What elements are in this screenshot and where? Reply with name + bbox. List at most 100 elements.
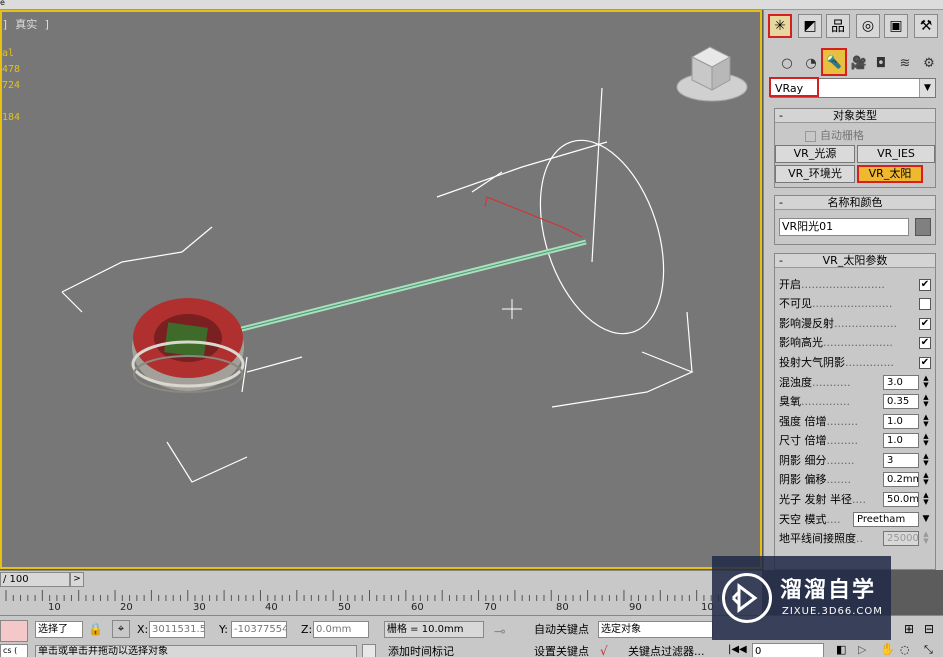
utilities-icon[interactable]: ⚒ <box>914 14 938 38</box>
param-row: 天空 模式.... Preetham et ▼ <box>779 512 931 527</box>
chevron-down-icon[interactable]: ▼ <box>919 79 935 97</box>
current-frame-field[interactable]: 0 <box>752 643 824 657</box>
object-name-input[interactable]: VR阳光01 <box>779 218 909 236</box>
object-color-swatch[interactable] <box>915 218 931 236</box>
y-coordinate-field[interactable]: -10377554 <box>231 621 287 638</box>
affect-specular-checkbox[interactable]: ✔ <box>919 337 931 349</box>
track-bar[interactable]: 10 20 30 40 50 60 70 80 90 10 <box>0 588 762 615</box>
param-label: 尺寸 倍增 <box>779 434 827 447</box>
viewport-label[interactable]: ] 真实 ] <box>2 16 51 32</box>
pan-hand-icon[interactable]: ✋ <box>880 642 895 656</box>
spinner-arrows-icon[interactable]: ▲ ▼ <box>921 375 931 390</box>
scene-canvas[interactable] <box>2 12 762 569</box>
spinner-arrows-icon[interactable]: ▲ ▼ <box>921 531 931 546</box>
absolute-mode-icon[interactable]: ⌖ <box>112 620 130 638</box>
rollout-header[interactable]: - 名称和颜色 <box>775 196 935 210</box>
photon-radius-spinner[interactable]: 50.0mr <box>883 492 919 507</box>
shadow-bias-spinner[interactable]: 0.2mm <box>883 472 919 487</box>
watermark: 溜溜自学 ZIXUE.3D66.COM <box>712 556 891 640</box>
checkbox-box <box>805 130 816 142</box>
view-cube[interactable] <box>676 46 748 102</box>
spinner-arrows-icon[interactable]: ▲ ▼ <box>921 433 931 448</box>
chevron-down-icon[interactable]: ▼ <box>921 512 931 527</box>
param-label: 阴影 细分 <box>779 454 827 467</box>
vr-light-button[interactable]: VR_光源 <box>775 145 855 163</box>
ozone-spinner[interactable]: 0.35 <box>883 394 919 409</box>
spacewarps-icon[interactable]: ≋ <box>894 52 916 74</box>
autogrid-label: 自动栅格 <box>820 129 864 142</box>
add-time-tag-button[interactable]: 添加时间标记 <box>388 643 454 657</box>
maximize-viewport-icon[interactable]: ⤡ <box>924 643 933 657</box>
spinner-arrows-icon[interactable]: ▲ ▼ <box>921 414 931 429</box>
sky-model-dropdown[interactable]: Preetham et <box>853 512 919 527</box>
key-filters-button[interactable]: 关键点过滤器... <box>628 643 705 657</box>
shadow-subdivs-spinner[interactable]: 3 <box>883 453 919 468</box>
motion-icon[interactable]: ◎ <box>856 14 880 38</box>
spinner-arrows-icon[interactable]: ▲ ▼ <box>921 492 931 507</box>
rollout-title: 对象类型 <box>833 109 877 122</box>
display-icon[interactable]: ▣ <box>884 14 908 38</box>
vr-ies-button[interactable]: VR_IES <box>857 145 935 163</box>
horizon-illum-spinner[interactable]: 25000. <box>883 531 919 546</box>
stadium-model[interactable] <box>131 298 245 393</box>
menu-fragment[interactable]: e <box>0 0 5 7</box>
brand-url: ZIXUE.3D66.COM <box>782 606 883 617</box>
helpers-icon[interactable]: ◘ <box>870 52 892 74</box>
orbit-icon[interactable]: ◌ <box>900 643 910 656</box>
param-row: 臭氧.............. 0.35 ▲ ▼ <box>779 393 933 410</box>
spinner-arrows-icon[interactable]: ▲ ▼ <box>921 453 931 468</box>
selected-object-dropdown[interactable]: 选定对象 <box>598 621 713 638</box>
zoom-extents-icon[interactable]: ⊞ <box>904 622 914 636</box>
time-slider-frame[interactable]: / 100 <box>0 572 70 587</box>
intensity-spinner[interactable]: 1.0 <box>883 414 919 429</box>
time-slider-next-button[interactable]: > <box>70 572 84 587</box>
create-icon[interactable]: ✳ <box>768 14 792 38</box>
vr-ambient-button[interactable]: VR_环境光 <box>775 165 855 183</box>
invisible-checkbox[interactable] <box>919 298 931 310</box>
maxscript-mini[interactable]: cs ( <box>0 644 28 657</box>
cameras-icon[interactable]: 🎥 <box>848 52 870 74</box>
perspective-viewport[interactable]: ] 真实 ] al 478 724 184 <box>0 10 762 569</box>
shapes-icon[interactable]: ◔ <box>800 52 822 74</box>
vr-sun-button[interactable]: VR_太阳 <box>857 165 923 183</box>
key-mode-toggle-icon[interactable]: ◧ <box>836 643 846 656</box>
brand-name: 溜溜自学 <box>780 578 877 603</box>
turbidity-spinner[interactable]: 3.0 <box>883 375 919 390</box>
key-filter-icon: √ <box>600 644 608 657</box>
enabled-checkbox[interactable]: ✔ <box>919 279 931 291</box>
spinner-arrows-icon[interactable]: ▲ ▼ <box>921 394 931 409</box>
systems-icon[interactable]: ⚙ <box>918 52 940 74</box>
play-icon[interactable]: ▷ <box>858 643 866 656</box>
fov-icon[interactable]: ⊟ <box>924 622 934 636</box>
atmos-shadow-checkbox[interactable]: ✔ <box>919 357 931 369</box>
spinner-arrows-icon[interactable]: ▲ ▼ <box>921 472 931 487</box>
hierarchy-icon[interactable]: 品 <box>826 14 850 38</box>
maxscript-listener[interactable] <box>0 620 28 642</box>
size-spinner[interactable]: 1.0 <box>883 433 919 448</box>
time-slider[interactable]: / 100 > <box>0 570 762 588</box>
geometry-icon[interactable]: ○ <box>776 52 798 74</box>
ruler-tick-label: 10 <box>48 602 61 613</box>
key-mode-icon[interactable]: ⊸ <box>494 624 506 640</box>
go-to-start-icon[interactable]: |◀◀ <box>728 644 747 655</box>
param-row: 影响高光.................... ✔ <box>779 336 931 349</box>
autogrid-checkbox: 自动栅格 <box>805 127 864 143</box>
param-label: 开启 <box>779 278 801 291</box>
param-row: 混浊度........... 3.0 ▲ ▼ <box>779 374 933 391</box>
lock-icon[interactable]: 🔒 <box>88 622 103 636</box>
track-ruler <box>5 590 756 601</box>
viewport-stat: 724 <box>2 80 21 91</box>
lights-icon[interactable]: 🔦 <box>821 48 847 76</box>
param-row: 影响漫反射.................. ✔ <box>779 317 931 330</box>
viewport-stat: al <box>2 48 15 59</box>
affect-diffuse-checkbox[interactable]: ✔ <box>919 318 931 330</box>
rollout-header[interactable]: - VR_太阳参数 <box>775 254 935 268</box>
rollout-header[interactable]: - 对象类型 <box>775 109 935 123</box>
z-coordinate-field[interactable]: 0.0mm <box>313 621 369 638</box>
param-row: 尺寸 倍增......... 1.0 ▲ ▼ <box>779 432 933 449</box>
set-key-button[interactable]: 设置关键点 <box>534 643 589 657</box>
auto-key-button[interactable]: 自动关键点 <box>534 621 589 638</box>
time-tag-icon[interactable] <box>362 644 376 657</box>
modify-icon[interactable]: ◩ <box>798 14 822 38</box>
x-coordinate-field[interactable]: 3011531.5 <box>149 621 205 638</box>
